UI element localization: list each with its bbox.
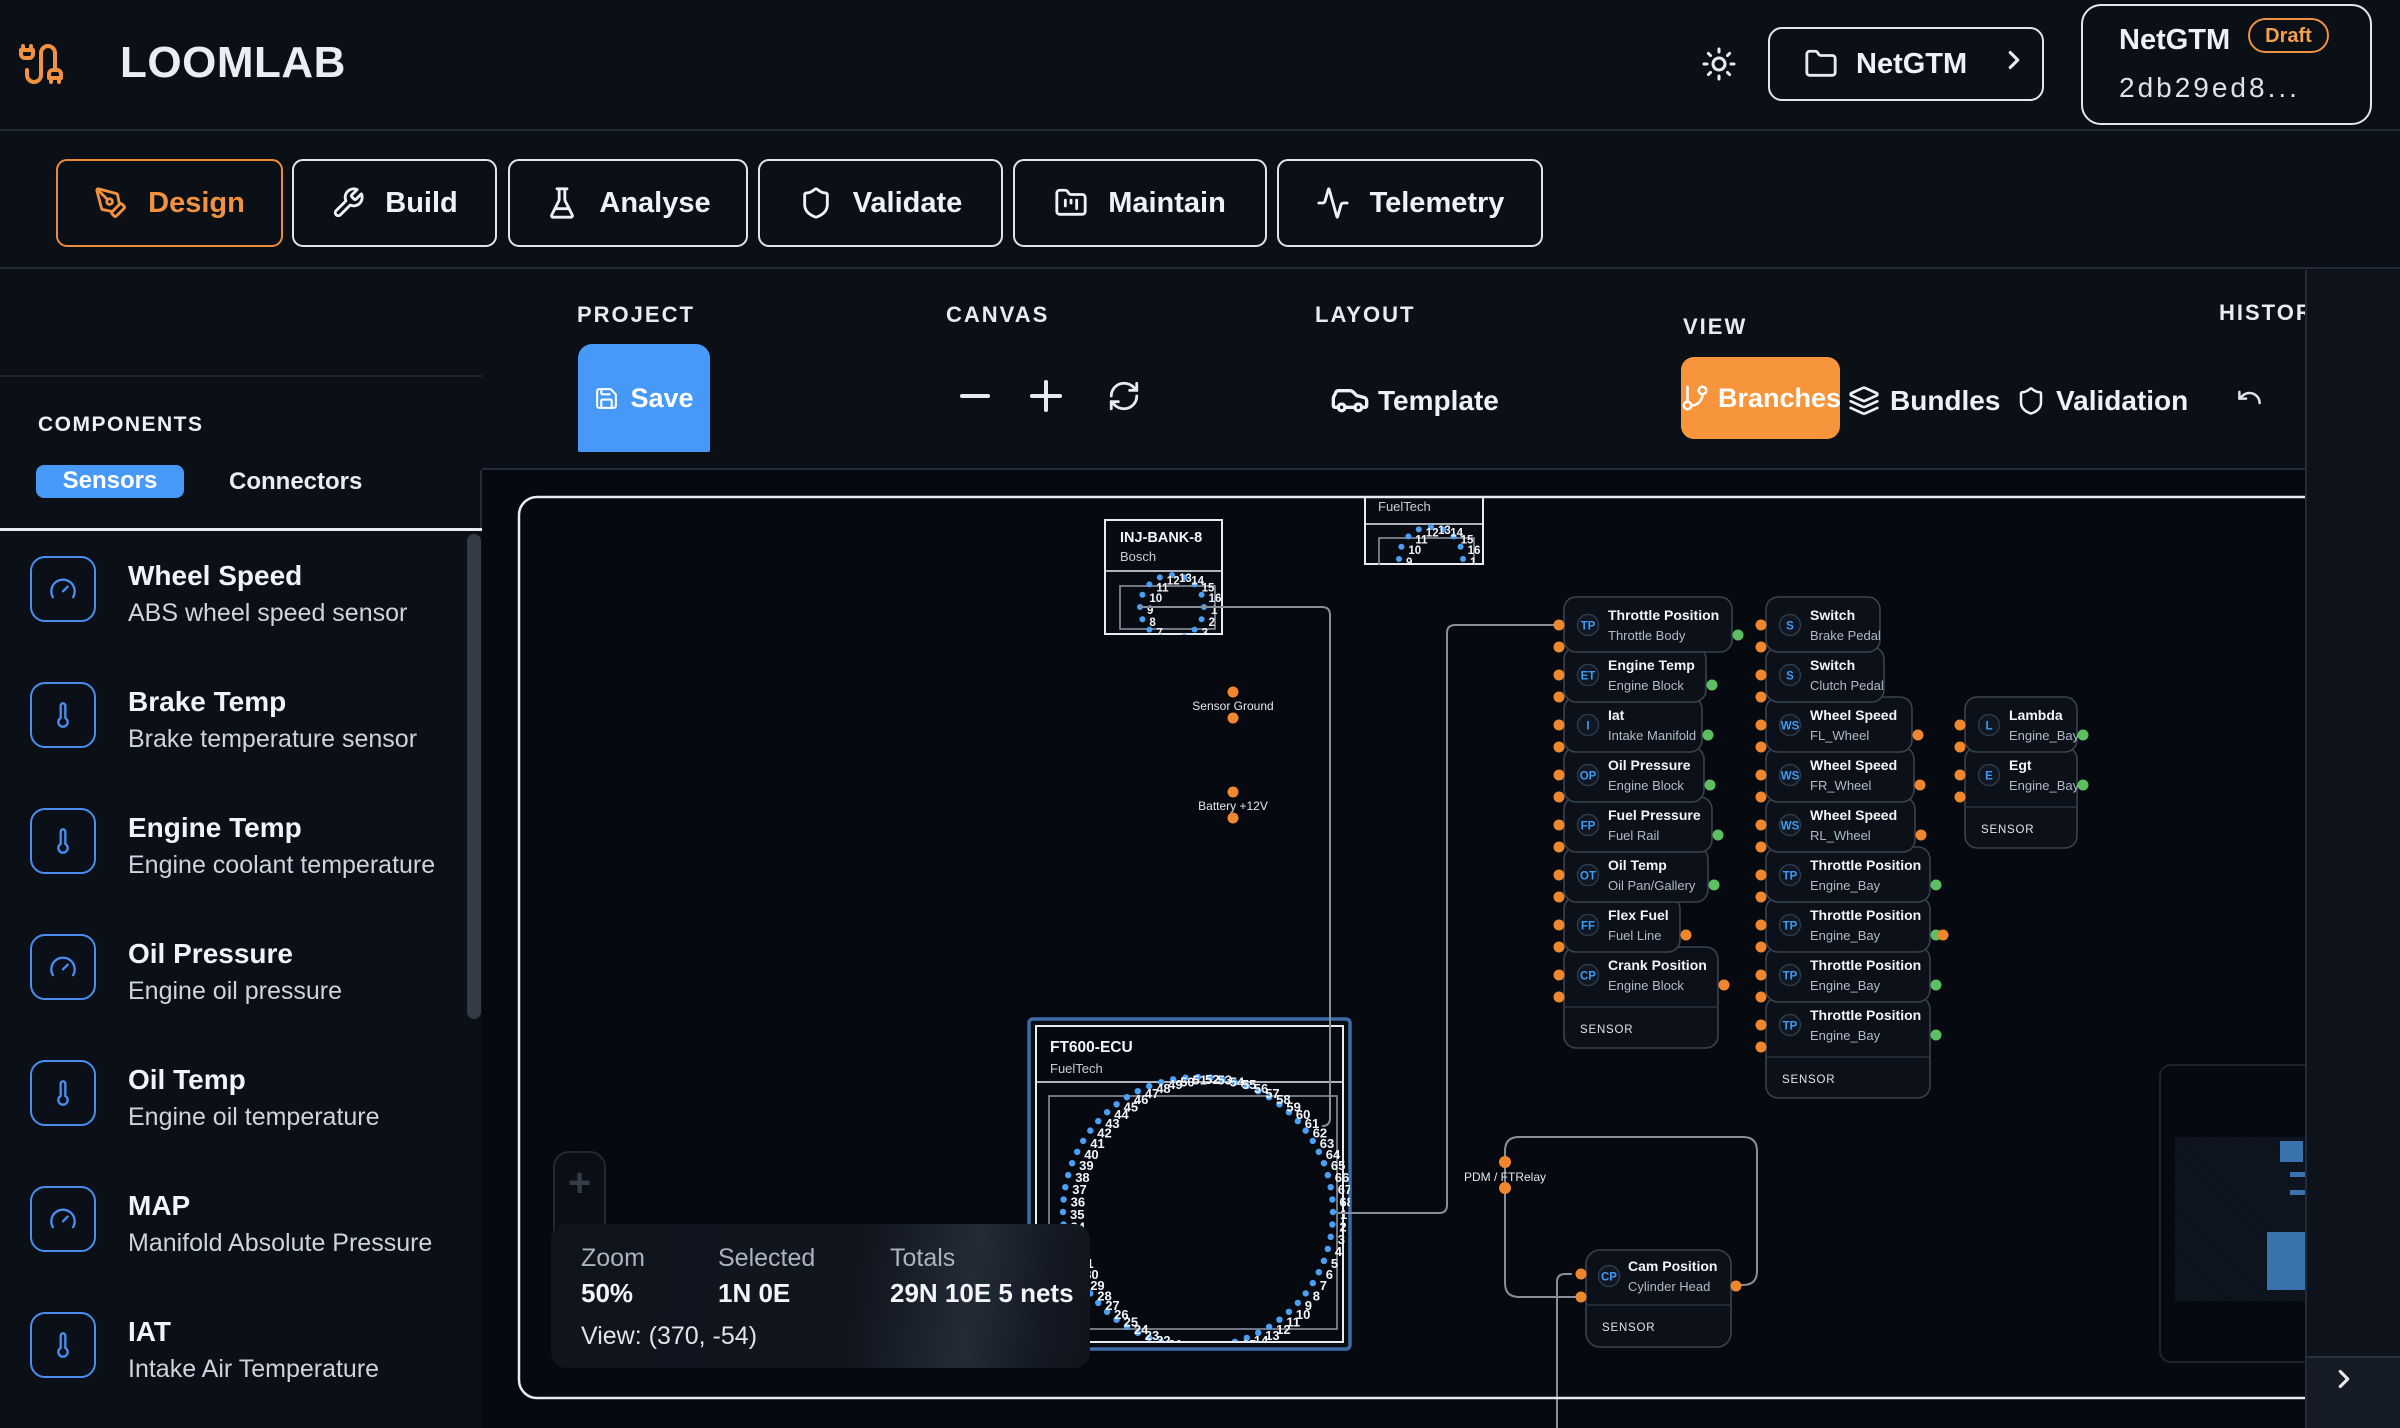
svg-text:5: 5 [1179,637,1186,649]
svg-text:I: I [1586,721,1589,733]
svg-text:3: 3 [1202,628,1208,640]
svg-text:6: 6 [1167,635,1173,647]
svg-text:OT: OT [1580,871,1596,883]
svg-text:Sensor Ground: Sensor Ground [1192,699,1273,713]
svg-text:16: 16 [1468,545,1481,557]
svg-text:TP: TP [1783,971,1798,983]
svg-text:Engine Block: Engine Block [1608,678,1684,693]
svg-text:Lambda: Lambda [2009,707,2063,723]
svg-text:Switch: Switch [1810,607,1855,623]
svg-text:12: 12 [1167,575,1180,587]
svg-text:Iat: Iat [1608,707,1625,723]
svg-text:Fuel Rail: Fuel Rail [1608,828,1659,843]
svg-text:Egt: Egt [2009,757,2032,773]
svg-text:Intake Manifold: Intake Manifold [1608,728,1696,743]
svg-text:FR_Wheel: FR_Wheel [1810,778,1872,793]
svg-text:Crank Position: Crank Position [1608,957,1707,973]
svg-text:PDM / FTRelay: PDM / FTRelay [1464,1170,1546,1184]
svg-text:Engine_Bay: Engine_Bay [2009,728,2080,743]
svg-text:Engine_Bay: Engine_Bay [1810,878,1881,893]
svg-text:Oil Pressure: Oil Pressure [1608,757,1691,773]
svg-text:TP: TP [1581,621,1596,633]
svg-text:TP: TP [1783,921,1798,933]
svg-text:Switch: Switch [1810,657,1855,673]
svg-text:10: 10 [1149,593,1162,605]
svg-text:Flex Fuel: Flex Fuel [1608,907,1669,923]
svg-text:Fuel Line: Fuel Line [1608,928,1661,943]
svg-text:S: S [1786,621,1794,633]
svg-text:13: 13 [1179,573,1192,585]
svg-text:INJ-BANK-8: INJ-BANK-8 [1120,530,1202,546]
svg-text:CP: CP [1601,1272,1617,1284]
svg-text:FuelTech: FuelTech [1050,1061,1103,1076]
svg-text:Cylinder Head: Cylinder Head [1628,1279,1710,1294]
svg-text:7: 7 [1415,580,1421,592]
svg-text:FuelTech: FuelTech [1378,499,1431,514]
svg-text:Throttle Position: Throttle Position [1810,857,1921,873]
svg-text:TP: TP [1783,1021,1798,1033]
svg-text:1: 1 [1470,557,1477,569]
svg-text:2: 2 [1468,569,1474,581]
svg-text:SENSOR: SENSOR [1981,824,2034,836]
svg-text:Throttle Position: Throttle Position [1608,607,1719,623]
svg-text:Cam Position: Cam Position [1628,1258,1717,1274]
svg-text:4: 4 [1450,587,1457,599]
svg-text:Engine_Bay: Engine_Bay [1810,928,1881,943]
svg-text:SENSOR: SENSOR [1782,1074,1835,1086]
svg-text:WS: WS [1781,771,1800,783]
svg-text:Throttle Position: Throttle Position [1810,907,1921,923]
svg-text:8: 8 [1408,569,1415,581]
svg-text:8: 8 [1149,617,1156,629]
svg-text:Throttle Position: Throttle Position [1810,1007,1921,1023]
svg-text:Fuel Pressure: Fuel Pressure [1608,807,1701,823]
svg-text:SENSOR: SENSOR [1580,1024,1633,1036]
svg-text:Clutch Pedal: Clutch Pedal [1810,678,1884,693]
svg-text:Engine Block: Engine Block [1608,978,1684,993]
svg-text:12: 12 [1426,527,1439,539]
svg-text:L: L [1985,721,1992,733]
svg-text:OP: OP [1580,771,1597,783]
svg-text:FT600-ECU: FT600-ECU [1050,1039,1133,1056]
svg-text:CP: CP [1580,971,1596,983]
svg-text:TP: TP [1783,871,1798,883]
svg-text:Brake Pedal: Brake Pedal [1810,628,1881,643]
svg-text:Engine_Bay: Engine_Bay [1810,978,1881,993]
svg-text:7: 7 [1156,628,1162,640]
svg-text:Bosch: Bosch [1120,549,1156,564]
svg-text:2: 2 [1209,617,1215,629]
svg-text:WS: WS [1781,721,1800,733]
svg-text:SENSOR: SENSOR [1602,1322,1655,1334]
svg-text:16: 16 [1209,593,1222,605]
svg-text:Engine_Bay: Engine_Bay [1810,1028,1881,1043]
svg-text:FL_Wheel: FL_Wheel [1810,728,1869,743]
svg-text:Engine Temp: Engine Temp [1608,657,1695,673]
svg-text:10: 10 [1408,545,1421,557]
svg-text:7: 7 [1320,1278,1327,1293]
svg-text:WS: WS [1781,821,1800,833]
svg-text:RL_Wheel: RL_Wheel [1810,828,1871,843]
svg-text:6: 6 [1426,587,1432,599]
svg-text:Throttle Body: Throttle Body [1608,628,1686,643]
svg-text:Oil Pan/Gallery: Oil Pan/Gallery [1608,878,1696,893]
svg-text:8: 8 [1313,1288,1320,1303]
svg-text:Oil Temp: Oil Temp [1608,857,1667,873]
svg-text:FP: FP [1581,821,1596,833]
svg-text:E: E [1985,771,1993,783]
svg-text:Throttle Position: Throttle Position [1810,957,1921,973]
svg-text:S: S [1786,671,1794,683]
svg-text:5: 5 [1438,589,1445,601]
svg-text:9: 9 [1406,557,1412,569]
svg-text:FF: FF [1581,921,1595,933]
svg-text:Wheel Speed: Wheel Speed [1810,707,1897,723]
svg-text:4: 4 [1191,635,1198,647]
svg-text:Battery +12V: Battery +12V [1198,799,1268,813]
svg-text:Wheel Speed: Wheel Speed [1810,807,1897,823]
svg-text:Engine_Bay: Engine_Bay [2009,778,2080,793]
svg-text:ET: ET [1581,671,1596,683]
svg-text:Engine Block: Engine Block [1608,778,1684,793]
svg-text:Wheel Speed: Wheel Speed [1810,757,1897,773]
svg-text:13: 13 [1438,525,1451,537]
svg-text:3: 3 [1461,580,1467,592]
